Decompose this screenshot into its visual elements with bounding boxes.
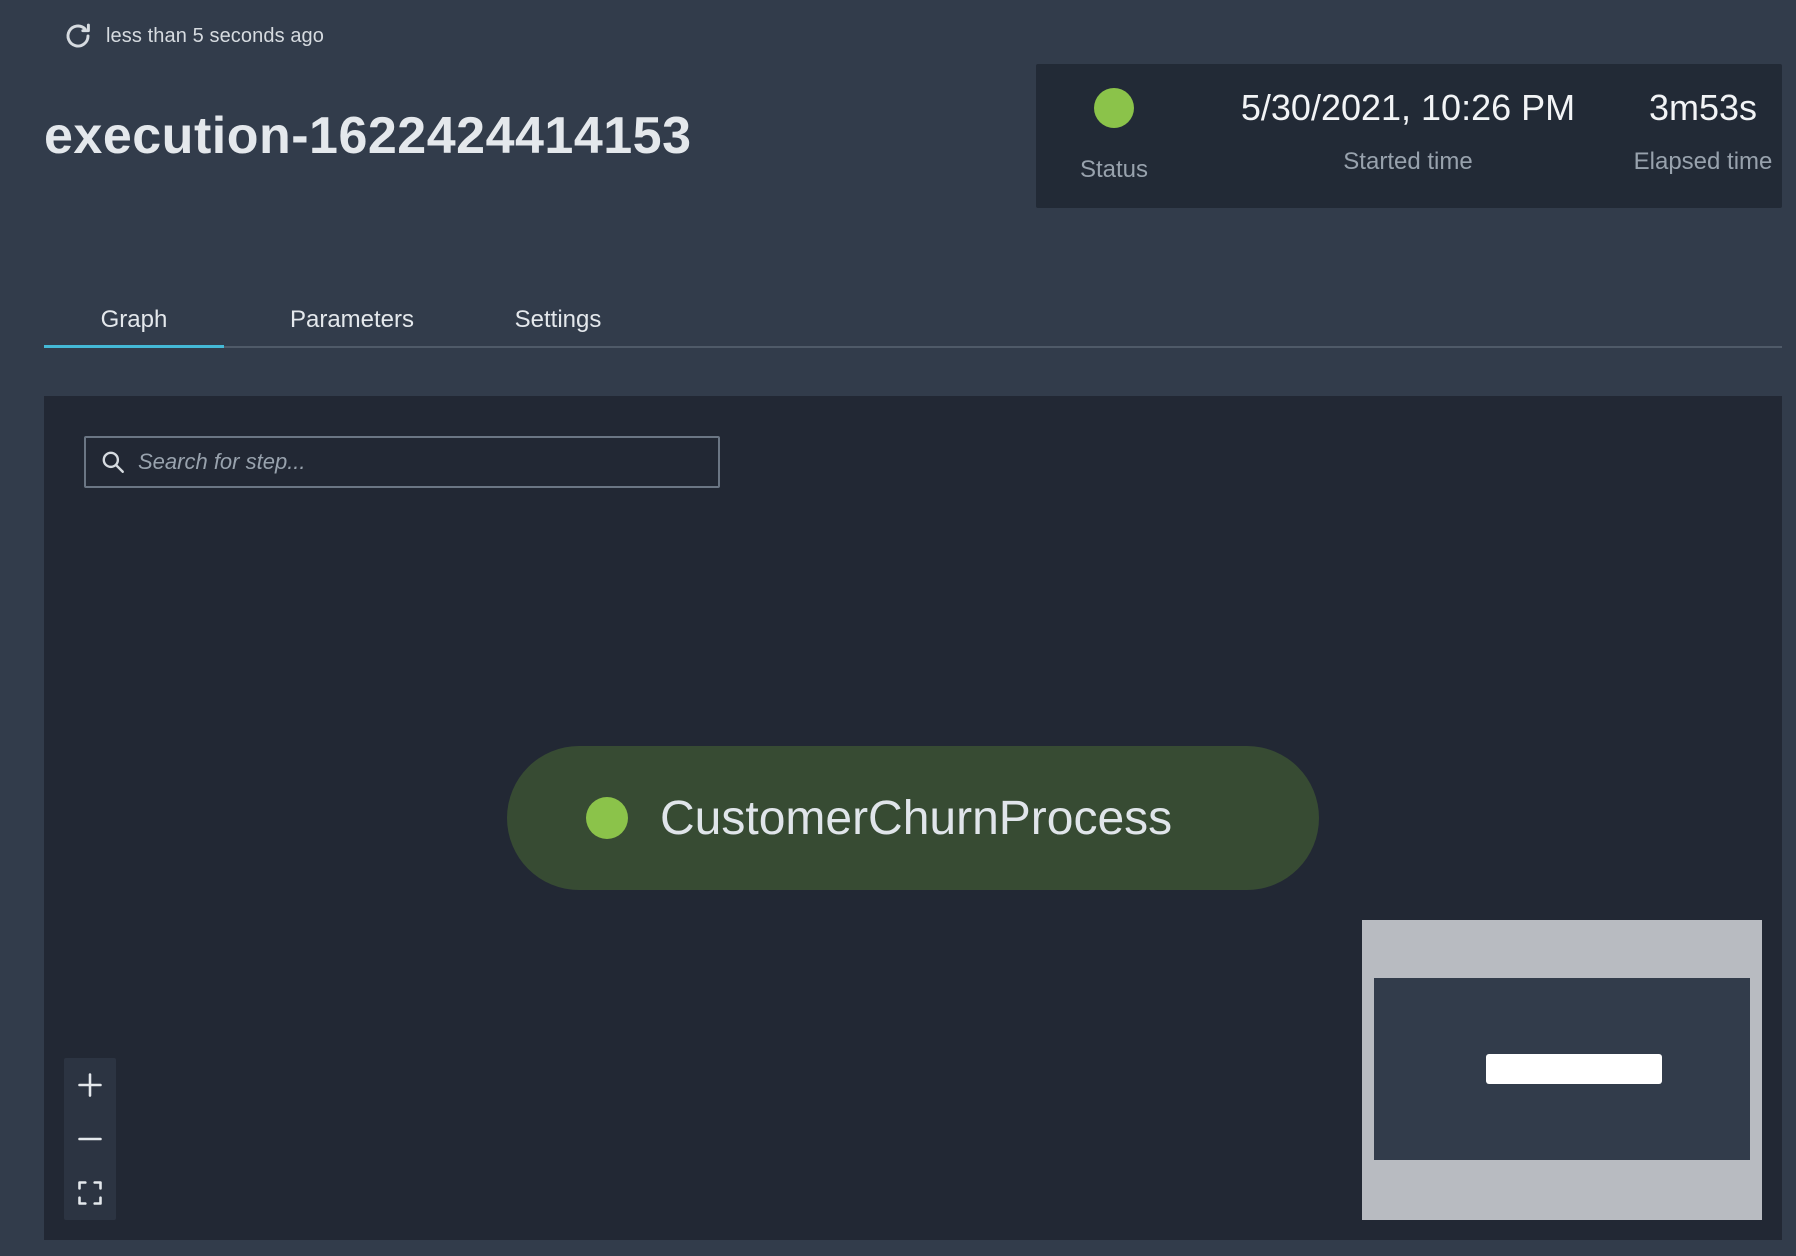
- step-label: CustomerChurnProcess: [660, 791, 1173, 845]
- search-icon: [102, 451, 124, 473]
- status-indicator-icon: [1094, 88, 1134, 128]
- minimap-viewport[interactable]: [1374, 978, 1750, 1160]
- started-time-label: Started time: [1343, 148, 1473, 175]
- zoom-controls: [64, 1058, 116, 1220]
- minimap-node: [1486, 1054, 1662, 1084]
- zoom-out-icon: [78, 1137, 102, 1141]
- graph-canvas[interactable]: CustomerChurnProcess: [44, 396, 1782, 1240]
- fit-to-screen-icon: [78, 1181, 102, 1205]
- step-search-input[interactable]: [136, 448, 718, 476]
- tab-bar: Graph Parameters Settings: [44, 296, 1782, 348]
- status-label: Status: [1079, 156, 1149, 183]
- elapsed-time-label: Elapsed time: [1633, 148, 1773, 175]
- pipeline-step-node[interactable]: CustomerChurnProcess: [507, 746, 1319, 890]
- status-column: Status: [1064, 64, 1164, 208]
- refresh-icon[interactable]: [62, 20, 94, 52]
- zoom-out-button[interactable]: [64, 1112, 116, 1166]
- started-time-column: 5/30/2021, 10:26 PM Started time: [1186, 64, 1630, 208]
- step-status-icon: [586, 797, 628, 839]
- graph-minimap[interactable]: [1362, 920, 1762, 1220]
- elapsed-time-column: 3m53s Elapsed time: [1592, 64, 1796, 208]
- elapsed-time-value: 3m53s: [1648, 87, 1758, 128]
- tab-parameters[interactable]: Parameters: [262, 296, 442, 346]
- started-time-value: 5/30/2021, 10:26 PM: [1240, 87, 1576, 128]
- tab-settings[interactable]: Settings: [478, 296, 638, 346]
- refresh-row: less than 5 seconds ago: [62, 20, 324, 52]
- step-search-box[interactable]: [84, 436, 720, 488]
- page-title: execution-1622424414153: [44, 107, 692, 165]
- zoom-in-icon: [78, 1073, 102, 1097]
- execution-page: less than 5 seconds ago execution-162242…: [0, 0, 1796, 1256]
- last-updated-text: less than 5 seconds ago: [106, 24, 325, 47]
- zoom-in-button[interactable]: [64, 1058, 116, 1112]
- fit-to-screen-button[interactable]: [64, 1166, 116, 1220]
- tab-graph[interactable]: Graph: [44, 296, 224, 348]
- execution-summary-panel: Status 5/30/2021, 10:26 PM Started time …: [1036, 64, 1782, 208]
